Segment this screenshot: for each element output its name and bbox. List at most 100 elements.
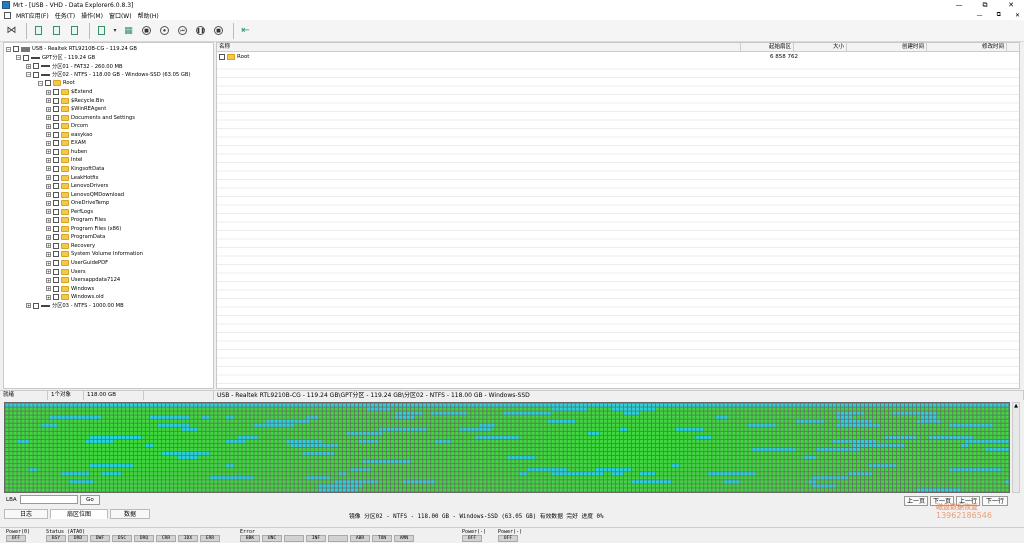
tree-checkbox[interactable]: [53, 285, 59, 292]
tree-expander[interactable]: +: [46, 157, 51, 163]
document-dropdown-button[interactable]: [94, 23, 109, 38]
tree-node[interactable]: + $Recycle.Bin: [46, 96, 104, 105]
column-modified[interactable]: 修改时间: [927, 43, 1007, 52]
tree-node[interactable]: + PerfLogs: [46, 207, 93, 216]
tree-expander[interactable]: +: [46, 175, 51, 180]
tree-node[interactable]: + Program Files (x86): [46, 225, 121, 234]
dropdown-arrow[interactable]: ▾: [112, 23, 118, 38]
tree-checkbox[interactable]: [53, 251, 59, 258]
tree-expander[interactable]: +: [46, 200, 51, 206]
tree-node[interactable]: + Program Files: [46, 216, 106, 225]
tree-expander[interactable]: +: [46, 260, 51, 266]
menu-window[interactable]: 窗口(W): [106, 11, 135, 20]
tree-expander[interactable]: +: [46, 123, 51, 129]
tree-checkbox[interactable]: [53, 97, 59, 104]
close-button[interactable]: ✕: [998, 0, 1024, 10]
tree-checkbox[interactable]: [33, 63, 39, 70]
tree-node[interactable]: + UserGuidePDF: [46, 259, 108, 268]
column-start-sector[interactable]: 起始扇区: [741, 43, 794, 52]
menu-mrt[interactable]: MRT应用(F): [13, 11, 52, 20]
tree-node[interactable]: + $WinREAgent: [46, 105, 106, 114]
tree-node[interactable]: + KingsoftData: [46, 165, 104, 174]
tree-expander[interactable]: +: [46, 234, 51, 240]
tree-node[interactable]: + LenovoQMDownload: [46, 190, 124, 199]
tree-expander[interactable]: −: [26, 72, 31, 78]
tree-checkbox[interactable]: [53, 183, 59, 190]
menu-task[interactable]: 任务(T): [52, 11, 78, 20]
tree-node[interactable]: + LeakHotfix: [46, 173, 99, 182]
tree-node[interactable]: + 分区01 - FAT32 - 260.00 MB: [26, 62, 123, 71]
tree-checkbox[interactable]: [53, 208, 59, 215]
tree-checkbox[interactable]: [53, 191, 59, 198]
tree-checkbox[interactable]: [53, 140, 59, 147]
tree-node[interactable]: + 分区03 - NTFS - 1000.00 MB: [26, 302, 124, 311]
tree-checkbox[interactable]: [53, 123, 59, 130]
tree-node[interactable]: − 分区02 - NTFS - 118.00 GB - Windows-SSD (…: [26, 71, 190, 80]
tree-expander[interactable]: +: [46, 183, 51, 189]
tree-checkbox[interactable]: [53, 131, 59, 138]
exit-button[interactable]: ⇤: [238, 23, 253, 38]
row-checkbox[interactable]: [219, 54, 225, 60]
tree-expander[interactable]: +: [46, 98, 51, 104]
tree-checkbox[interactable]: [33, 71, 39, 78]
tree-node[interactable]: − USB - Realtek RTL9210B-CG - 119.24 GB: [6, 45, 137, 54]
minimize-button[interactable]: —: [946, 0, 972, 10]
tree-node[interactable]: + EXAM: [46, 139, 86, 148]
tree-node[interactable]: − Root: [38, 79, 75, 88]
tree-checkbox[interactable]: [13, 46, 19, 53]
tree-expander[interactable]: +: [46, 286, 51, 292]
tree-expander[interactable]: +: [46, 140, 51, 146]
menu-help[interactable]: 帮助(H): [135, 11, 162, 20]
tree-checkbox[interactable]: [33, 302, 39, 309]
tree-expander[interactable]: +: [26, 63, 31, 69]
sector-bitmap[interactable]: [4, 402, 1010, 493]
tree-checkbox[interactable]: [53, 157, 59, 164]
halt-button[interactable]: ■: [211, 23, 226, 38]
tree-node[interactable]: + Windows.old: [46, 293, 104, 302]
tree-checkbox[interactable]: [53, 89, 59, 95]
tree-expander[interactable]: +: [46, 217, 51, 223]
tree-expander[interactable]: +: [46, 277, 51, 283]
child-close-button[interactable]: ✕: [1015, 12, 1020, 19]
skip-button[interactable]: ⏮: [175, 23, 190, 38]
tree-expander[interactable]: +: [46, 106, 51, 112]
menu-operate[interactable]: 操作(M): [78, 11, 106, 20]
tree-checkbox[interactable]: [53, 234, 59, 241]
tree-expander[interactable]: +: [46, 192, 51, 198]
tree-node[interactable]: + LenovoDrivers: [46, 182, 108, 191]
tree-checkbox[interactable]: [53, 268, 59, 275]
pause-button[interactable]: ❚❚: [193, 23, 208, 38]
tree-checkbox[interactable]: [53, 148, 59, 155]
child-restore-button[interactable]: ⧉: [997, 11, 1001, 19]
tree-node[interactable]: + Drcom: [46, 122, 88, 131]
tree-checkbox[interactable]: [53, 217, 59, 224]
tree-expander[interactable]: +: [46, 166, 51, 172]
column-size[interactable]: 大小: [794, 43, 847, 52]
tree-checkbox[interactable]: [53, 200, 59, 207]
tree-expander[interactable]: +: [46, 243, 51, 249]
tree-expander[interactable]: +: [46, 294, 51, 300]
tree-expander[interactable]: +: [46, 269, 51, 275]
open-image-button[interactable]: [49, 23, 64, 38]
tree-expander[interactable]: +: [26, 303, 31, 309]
open-file-button[interactable]: [67, 23, 82, 38]
tree-node[interactable]: + huben: [46, 148, 87, 157]
chip-button[interactable]: ▦: [121, 23, 136, 38]
column-created[interactable]: 创建时间: [847, 43, 927, 52]
tree-node[interactable]: + Intel: [46, 156, 83, 165]
tree-expander[interactable]: +: [46, 251, 51, 257]
tree-node[interactable]: + Usersappdata7124: [46, 276, 120, 285]
tree-checkbox[interactable]: [53, 242, 59, 249]
tree-node[interactable]: + Users: [46, 267, 86, 276]
child-minimize-button[interactable]: —: [977, 12, 983, 19]
table-row[interactable]: Root 6 858 762: [217, 53, 1019, 61]
record-button[interactable]: ⏺: [157, 23, 172, 38]
tree-checkbox[interactable]: [53, 106, 59, 113]
tree-expander[interactable]: +: [46, 149, 51, 155]
tree-node[interactable]: + ProgramData: [46, 233, 105, 242]
maximize-button[interactable]: ⧉: [972, 0, 998, 10]
tree-node[interactable]: + System Volume Information: [46, 250, 143, 259]
disk-tree[interactable]: − USB - Realtek RTL9210B-CG - 119.24 GB − G…: [3, 42, 214, 389]
open-disk-button[interactable]: [31, 23, 46, 38]
tree-checkbox[interactable]: [53, 114, 59, 121]
